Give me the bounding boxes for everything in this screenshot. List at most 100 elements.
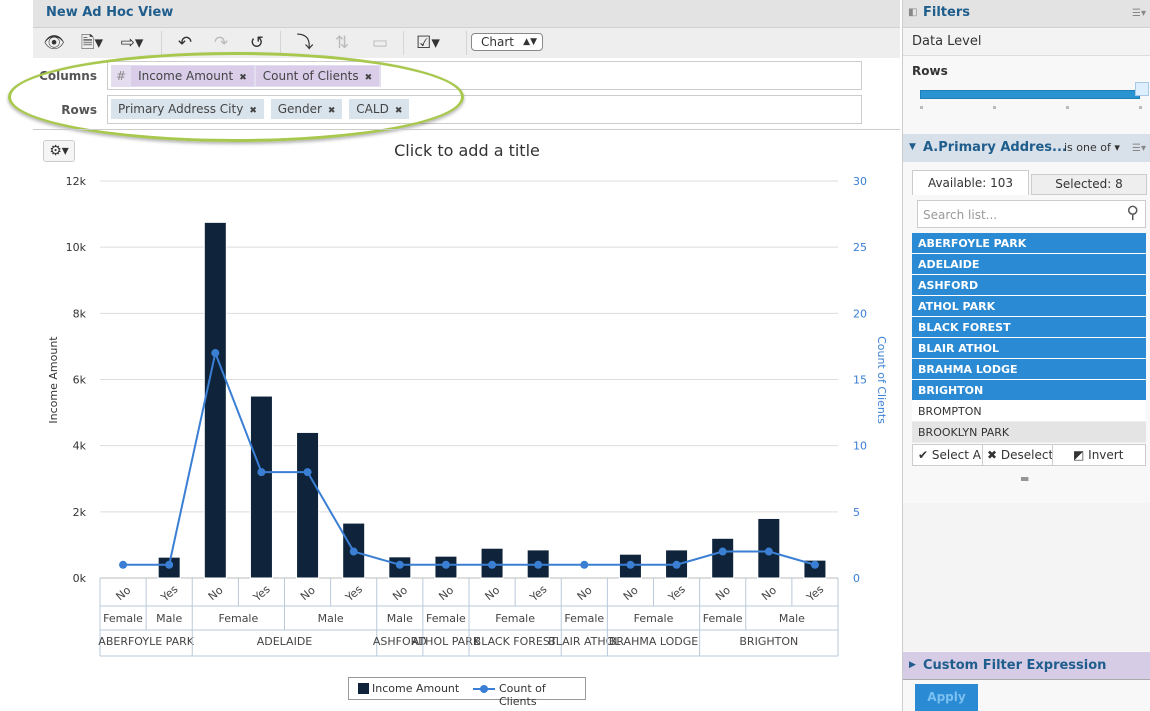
point-count-of-clients: [303, 468, 312, 477]
filter-list-item[interactable]: BRAHMA LODGE: [912, 359, 1146, 380]
filter-list-item[interactable]: ABERFOYLE PARK: [912, 233, 1146, 254]
resize-grip-icon[interactable]: ═: [1021, 472, 1028, 486]
undo-icon[interactable]: ↶: [172, 33, 198, 53]
sort-icon[interactable]: ⇅: [329, 33, 355, 53]
legend-label-income[interactable]: Income Amount: [372, 682, 459, 695]
rows-well[interactable]: Primary Address City ✖ Gender ✖ CALD ✖: [107, 95, 862, 124]
deselect-button[interactable]: ✖ Deselect: [983, 445, 1053, 465]
y-axis-title: Income Amount: [47, 336, 60, 424]
filter-list-item[interactable]: BLAIR ATHOL: [912, 338, 1146, 359]
chart: 0k 2k 4k 6k 8k 10k 12k 0 5 10 15 20 25 30 Income Amoun…: [47, 175, 888, 657]
remove-icon[interactable]: ✖: [239, 73, 247, 83]
bar-income-amount: [711, 537, 735, 579]
options-checklist-icon[interactable]: ☑▾: [415, 33, 441, 53]
pill-label: CALD: [356, 102, 389, 116]
data-level-slider[interactable]: [920, 90, 1140, 99]
cald-label: No: [206, 583, 226, 603]
chart-legend: Income Amount Count of Clients: [348, 677, 586, 708]
point-count-of-clients: [119, 560, 128, 569]
select-arrows-icon: ▲▼: [523, 37, 537, 47]
point-count-of-clients: [810, 560, 819, 569]
tab-available[interactable]: Available: 103: [912, 170, 1029, 195]
y-tick-label: 8k: [73, 307, 87, 320]
apply-button[interactable]: Apply: [915, 684, 978, 711]
filter-list-item[interactable]: BROOKLYN PARK: [912, 422, 1146, 443]
undo-all-icon[interactable]: ↺: [244, 33, 270, 53]
point-count-of-clients: [626, 560, 635, 569]
row-pill-gender[interactable]: Gender ✖: [270, 99, 343, 119]
y2-tick-label: 25: [853, 241, 867, 254]
filter-menu-icon[interactable]: ☰▾: [1132, 143, 1146, 154]
filter-list-item[interactable]: BLACK FOREST: [912, 317, 1146, 338]
filter-list-item[interactable]: ASHFORD: [912, 275, 1146, 296]
search-icon[interactable]: ⚲: [1127, 203, 1139, 223]
filters-header: ◧ Filters ☰▾: [903, 0, 1150, 28]
remove-icon[interactable]: ✖: [249, 106, 257, 116]
custom-filter-expression-header[interactable]: ▶ Custom Filter Expression: [903, 652, 1150, 680]
deselect-label: Deselect: [1000, 448, 1053, 462]
tab-selected[interactable]: Selected: 8: [1031, 174, 1147, 195]
view-type-select[interactable]: Chart ▲▼: [471, 33, 543, 51]
display-mode-eye-icon[interactable]: 👁: [41, 33, 67, 53]
cald-label: No: [298, 583, 318, 603]
redo-icon[interactable]: ↷: [208, 33, 234, 53]
slider-handle[interactable]: [1135, 82, 1149, 96]
columns-well[interactable]: # Income Amount ✖ Count of Clients ✖: [107, 61, 862, 90]
column-pill-income-amount[interactable]: Income Amount ✖: [131, 66, 254, 86]
filter-list-item[interactable]: ADELAIDE: [912, 254, 1146, 275]
filter-list-item[interactable]: BROMPTON: [912, 401, 1146, 422]
legend-line-swatch: [473, 685, 495, 693]
search-list-input[interactable]: Search list... ⚲: [917, 200, 1146, 228]
filters-title: Filters: [923, 5, 970, 20]
cald-label: No: [713, 583, 733, 603]
column-pill-count-of-clients[interactable]: Count of Clients ✖: [255, 66, 380, 86]
row-pill-primary-address-city[interactable]: Primary Address City ✖: [111, 99, 264, 119]
y-tick-label: 6k: [73, 374, 87, 387]
data-level-label: Data Level: [903, 29, 1150, 56]
y2-tick-label: 10: [853, 440, 867, 453]
expand-triangle-icon[interactable]: ▶: [909, 660, 916, 670]
y2-tick-label: 0: [853, 572, 860, 585]
point-count-of-clients: [672, 560, 681, 569]
collapse-panel-icon[interactable]: ◧: [908, 7, 917, 18]
switch-axes-icon[interactable]: ⤵: [292, 33, 318, 53]
y-tick-label: 12k: [66, 175, 87, 188]
remove-icon[interactable]: ✖: [365, 73, 373, 83]
collapse-triangle-icon[interactable]: ▼: [909, 142, 916, 152]
columns-label: Columns: [39, 69, 97, 83]
cald-label: No: [575, 583, 595, 603]
export-icon[interactable]: ⇨▾: [119, 33, 145, 53]
cald-label: No: [482, 583, 502, 603]
y2-tick-label: 15: [853, 374, 867, 387]
page-layout-icon[interactable]: ▭: [367, 33, 393, 53]
point-count-of-clients: [534, 560, 543, 569]
filters-panel: ◧ Filters ☰▾ Data Level Rows ▼ A.Primary…: [902, 0, 1150, 711]
select-all-button[interactable]: ✔ Select All: [913, 445, 983, 465]
filter-list-item[interactable]: BRIGHTON: [912, 380, 1146, 401]
filter-name: A.Primary Addres...: [923, 140, 1067, 155]
operator-value: is one of: [1064, 141, 1111, 154]
save-icon[interactable]: 🗎▾: [79, 33, 105, 53]
invert-button[interactable]: ◩ Invert: [1053, 445, 1146, 465]
filter-list-item[interactable]: ATHOL PARK: [912, 296, 1146, 317]
filters-empty-area: [903, 503, 1150, 651]
gender-label: Male: [156, 612, 182, 625]
filter-operator-dropdown[interactable]: is one of ▾: [1064, 141, 1120, 154]
row-pill-cald[interactable]: CALD ✖: [349, 99, 410, 119]
legend-label-count[interactable]: Count of Clients: [499, 682, 585, 708]
filters-menu-icon[interactable]: ☰▾: [1132, 8, 1146, 19]
remove-icon[interactable]: ✖: [395, 106, 403, 116]
filter-header-primary-address[interactable]: ▼ A.Primary Addres... is one of ▾ ☰▾: [903, 134, 1150, 162]
point-count-of-clients: [349, 547, 358, 556]
y2-tick-label: 20: [853, 307, 867, 320]
view-type-value: Chart: [481, 35, 514, 49]
city-label: BLACK FOREST: [474, 635, 557, 648]
bar-income-amount: [203, 221, 227, 579]
y2-axis-title: Count of Clients: [875, 336, 888, 424]
remove-icon[interactable]: ✖: [328, 106, 336, 116]
pill-label: Primary Address City: [118, 102, 244, 116]
gender-label: Female: [703, 612, 743, 625]
gender-label: Male: [318, 612, 344, 625]
cald-label: No: [113, 583, 133, 603]
gender-label: Female: [426, 612, 466, 625]
